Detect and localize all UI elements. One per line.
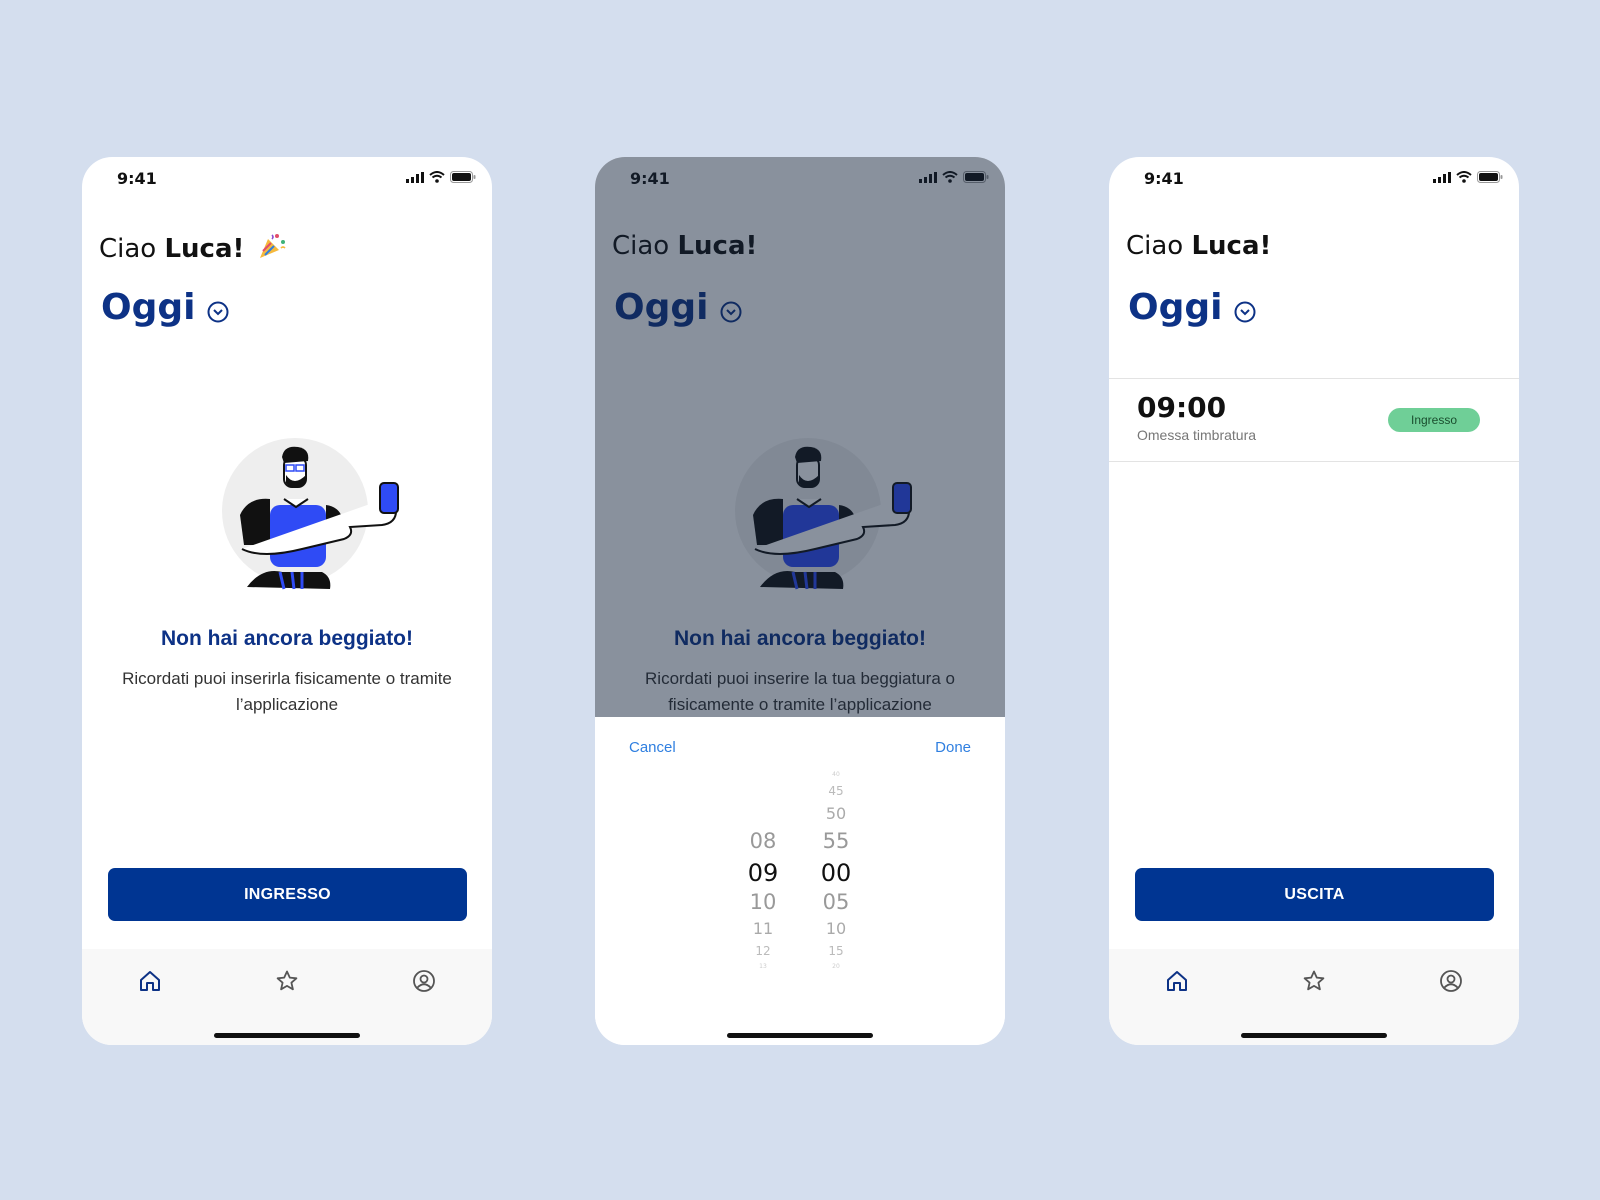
modal-overlay[interactable] xyxy=(595,157,1005,717)
user-name: Luca! xyxy=(1191,231,1272,261)
phone-screen-time-picker: 9:41 Ciao Luca! Oggi Non hai ancora begg… xyxy=(595,157,1005,1045)
page-title[interactable]: Oggi xyxy=(101,287,229,328)
hour-option[interactable]: 08 xyxy=(733,829,793,853)
tab-home[interactable] xyxy=(1161,965,1193,997)
wifi-icon xyxy=(429,171,445,183)
user-name: Luca! xyxy=(164,234,245,264)
status-bar: 9:41 xyxy=(1109,157,1519,201)
minute-option-selected[interactable]: 00 xyxy=(806,859,866,887)
status-badge: Ingresso xyxy=(1388,408,1480,432)
minute-option[interactable]: 50 xyxy=(806,804,866,823)
ingresso-button[interactable]: INGRESSO xyxy=(108,868,467,921)
minute-option[interactable]: 10 xyxy=(806,919,866,938)
home-indicator xyxy=(727,1033,873,1038)
tab-profile[interactable] xyxy=(1435,965,1467,997)
greeting: Ciao Luca! xyxy=(1126,231,1272,261)
tab-bar xyxy=(82,949,492,1045)
cancel-button[interactable]: Cancel xyxy=(629,739,676,756)
status-icons xyxy=(406,171,476,183)
phone-screen-record: 9:41 Ciao Luca! Oggi 09:00 Omessa timbra… xyxy=(1109,157,1519,1045)
time-picker-sheet: Cancel Done 08 09 10 11 12 13 40 45 50 5… xyxy=(595,717,1005,1045)
minute-option[interactable]: 05 xyxy=(806,890,866,914)
minute-option[interactable]: 40 xyxy=(806,771,866,778)
chevron-down-icon[interactable] xyxy=(207,301,229,323)
phone-screen-empty: 9:41 Ciao Luca! Oggi Non hai ancora begg… xyxy=(82,157,492,1045)
profile-icon xyxy=(1440,970,1462,992)
chevron-down-icon[interactable] xyxy=(1234,301,1256,323)
tab-favorites[interactable] xyxy=(271,965,303,997)
person-phone-illustration xyxy=(222,438,399,590)
party-popper-icon xyxy=(257,231,287,268)
wifi-icon xyxy=(1456,171,1472,183)
empty-state-title: Non hai ancora beggiato! xyxy=(160,627,414,650)
hour-option[interactable]: 11 xyxy=(733,919,793,938)
tab-profile[interactable] xyxy=(408,965,440,997)
home-icon xyxy=(140,971,160,991)
signal-icon xyxy=(1433,171,1451,183)
attendance-record[interactable]: 09:00 Omessa timbratura Ingresso xyxy=(1109,378,1519,462)
status-bar: 9:41 xyxy=(82,157,492,201)
signal-icon xyxy=(406,171,424,183)
hour-option[interactable]: 12 xyxy=(733,944,793,958)
tab-bar xyxy=(1109,949,1519,1045)
done-button[interactable]: Done xyxy=(935,739,971,756)
hour-option[interactable]: 10 xyxy=(733,890,793,914)
uscita-button[interactable]: USCITA xyxy=(1135,868,1494,921)
star-icon xyxy=(1303,970,1325,991)
star-icon xyxy=(276,970,298,991)
minute-option[interactable]: 20 xyxy=(806,963,866,970)
battery-icon xyxy=(1477,171,1503,183)
profile-icon xyxy=(413,970,435,992)
status-icons xyxy=(1433,171,1503,183)
tab-home[interactable] xyxy=(134,965,166,997)
status-time: 9:41 xyxy=(117,169,157,188)
empty-state-subtitle: Ricordati puoi inserirla fisicamente o t… xyxy=(122,669,452,714)
record-note: Omessa timbratura xyxy=(1137,427,1257,443)
home-indicator xyxy=(1241,1033,1387,1038)
hour-option[interactable]: 13 xyxy=(733,963,793,970)
battery-icon xyxy=(450,171,476,183)
hour-option-selected[interactable]: 09 xyxy=(733,859,793,887)
page-title[interactable]: Oggi xyxy=(1128,287,1256,328)
status-time: 9:41 xyxy=(1144,169,1184,188)
home-indicator xyxy=(214,1033,360,1038)
tab-favorites[interactable] xyxy=(1298,965,1330,997)
minute-option[interactable]: 55 xyxy=(806,829,866,853)
home-icon xyxy=(1167,971,1187,991)
minute-option[interactable]: 15 xyxy=(806,944,866,958)
minute-option[interactable]: 45 xyxy=(806,784,866,798)
record-time: 09:00 xyxy=(1137,391,1227,424)
greeting: Ciao Luca! xyxy=(99,231,287,268)
